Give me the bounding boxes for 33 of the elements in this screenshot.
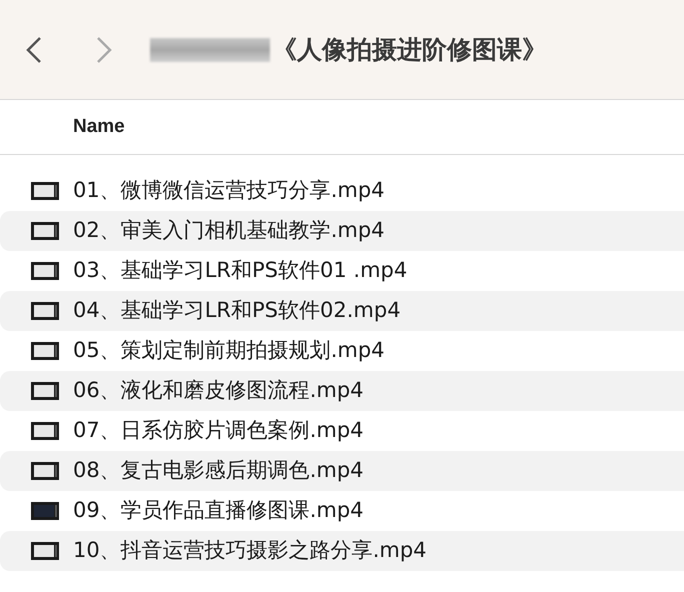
video-thumbnail-icon xyxy=(31,222,59,240)
file-name: 03、基础学习LR和PS软件01 .mp4 xyxy=(73,257,408,284)
file-row[interactable]: 01、微博微信运营技巧分享.mp4 xyxy=(0,171,684,211)
video-thumbnail-icon xyxy=(31,182,59,200)
file-name: 09、学员作品直播修图课.mp4 xyxy=(73,497,364,524)
file-name: 04、基础学习LR和PS软件02.mp4 xyxy=(73,297,401,324)
file-name: 07、日系仿胶片调色案例.mp4 xyxy=(73,417,364,444)
video-thumbnail-icon xyxy=(31,302,59,320)
video-thumbnail-icon xyxy=(31,382,59,400)
video-thumbnail-icon xyxy=(31,262,59,280)
video-thumbnail-icon xyxy=(31,542,59,560)
file-row[interactable]: 03、基础学习LR和PS软件01 .mp4 xyxy=(0,251,684,291)
file-row[interactable]: 04、基础学习LR和PS软件02.mp4 xyxy=(0,291,684,331)
file-row[interactable]: 09、学员作品直播修图课.mp4 xyxy=(0,491,684,531)
file-name: 02、审美入门相机基础教学.mp4 xyxy=(73,217,385,244)
file-name: 05、策划定制前期拍摄规划.mp4 xyxy=(73,337,385,364)
video-thumbnail-icon xyxy=(31,422,59,440)
file-row[interactable]: 06、液化和磨皮修图流程.mp4 xyxy=(0,371,684,411)
video-thumbnail-icon xyxy=(31,502,59,520)
file-row[interactable]: 07、日系仿胶片调色案例.mp4 xyxy=(0,411,684,451)
file-row[interactable]: 10、抖音运营技巧摄影之路分享.mp4 xyxy=(0,531,684,571)
window-title: 《人像拍摄进阶修图课》 xyxy=(272,34,547,66)
file-name: 08、复古电影感后期调色.mp4 xyxy=(73,457,364,484)
file-name: 10、抖音运营技巧摄影之路分享.mp4 xyxy=(73,537,427,564)
video-thumbnail-icon xyxy=(31,342,59,360)
video-thumbnail-icon xyxy=(31,462,59,480)
file-row[interactable]: 02、审美入门相机基础教学.mp4 xyxy=(0,211,684,251)
back-icon[interactable] xyxy=(24,34,44,64)
column-header[interactable]: Name xyxy=(73,112,125,142)
file-name: 01、微博微信运营技巧分享.mp4 xyxy=(73,177,385,204)
file-row[interactable]: 08、复古电影感后期调色.mp4 xyxy=(0,451,684,491)
file-row[interactable]: 05、策划定制前期拍摄规划.mp4 xyxy=(0,331,684,371)
file-name: 06、液化和磨皮修图流程.mp4 xyxy=(73,377,364,404)
